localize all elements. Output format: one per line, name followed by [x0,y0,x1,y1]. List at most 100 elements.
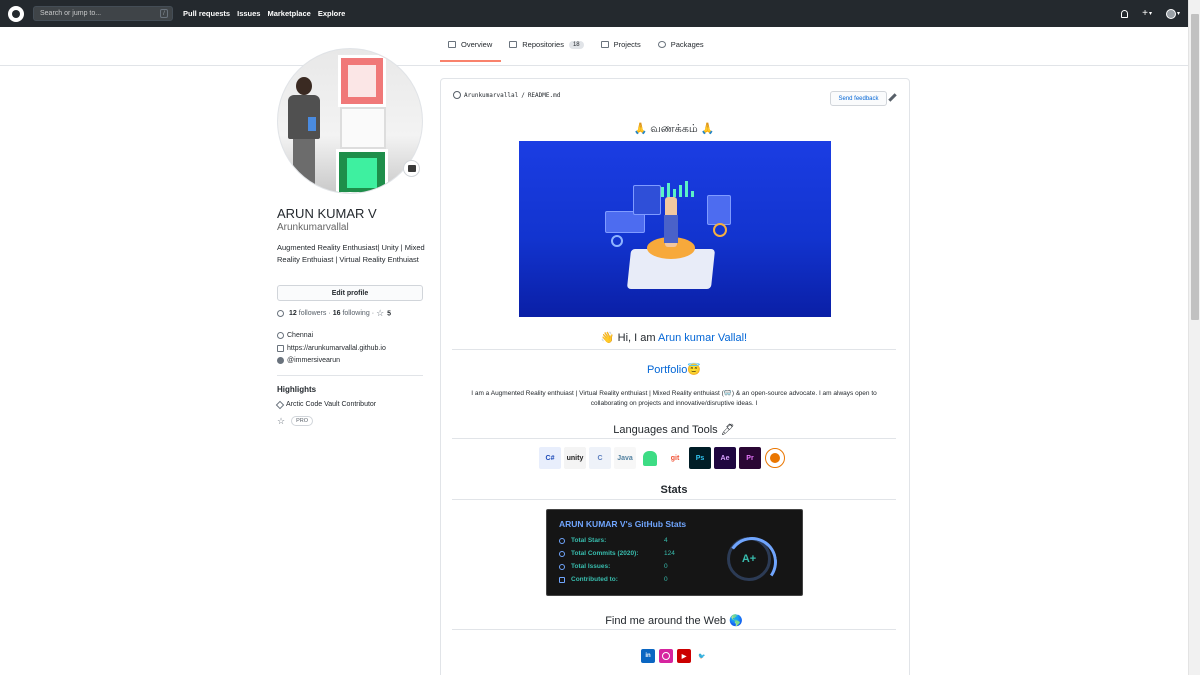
unity-icon[interactable]: unity [564,447,586,469]
highlight-pro-row: ☆ PRO [277,416,313,426]
arctic-vault-link[interactable]: Arctic Code Vault Contributor [286,401,376,408]
intro-prefix: 👋 Hi, I am [600,332,659,344]
stars-count: 5 [387,310,392,318]
follow-stats: 12 followers · 16 following · ☆ 5 [277,308,392,318]
nav-pull-requests[interactable]: Pull requests [183,9,230,18]
twitter-icon[interactable]: 🐦 [695,649,709,663]
twitter-link[interactable]: @immersivearun [287,357,340,364]
avatar-green-box [336,149,388,193]
following-link[interactable]: 16 following [333,310,370,317]
nav-marketplace[interactable]: Marketplace [267,9,310,18]
avatar-red-box [338,55,386,107]
twitter-row: @immersivearun [277,357,340,364]
profile-tabs-bar: Overview Repositories 18 Projects Packag… [0,27,1188,66]
linkedin-icon[interactable]: in [641,649,655,663]
separator-dot: · [328,310,331,318]
github-logo-icon[interactable] [8,5,24,22]
portfolio-link[interactable]: Portfolio😇 [452,363,896,376]
stats-title: Stats [660,484,688,496]
heading-rule [452,438,896,439]
send-feedback-button[interactable]: Send feedback [830,91,887,106]
premiere-pro-icon[interactable]: Pr [739,447,761,469]
status-emoji-button[interactable] [403,160,420,177]
repositories-count-badge: 18 [568,40,584,49]
bell-icon[interactable] [1121,9,1129,18]
github-stats-card[interactable]: ARUN KUMAR V's GitHub Stats Total Stars:… [546,509,803,596]
avatar-person-head [296,77,312,95]
youtube-icon[interactable]: ▶ [677,649,691,663]
tab-repositories[interactable]: Repositories 18 [501,40,592,62]
profile-login: Arunkumarvallal [277,222,349,233]
sidebar-divider [277,375,423,376]
c-icon[interactable]: C [589,447,611,469]
java-icon[interactable]: Java [614,447,636,469]
stats-card-title: ARUN KUMAR V's GitHub Stats [559,519,687,529]
page-scrollbar[interactable] [1188,0,1200,675]
avatar-white-box [340,107,386,149]
scrollbar-thumb[interactable] [1191,14,1199,320]
stat-label: Total Stars: [571,537,607,544]
avatar-person [286,77,320,187]
user-menu[interactable]: ▾ [1165,8,1180,19]
project-icon [600,41,609,48]
instagram-icon[interactable] [659,649,673,663]
photoshop-icon[interactable]: Ps [689,447,711,469]
git-icon[interactable]: git [664,447,686,469]
stat-row-contributed: Contributed to: [559,576,618,583]
readme-greeting: 🙏 வணக்கம் 🙏 [633,123,715,135]
separator-dot: · [371,310,375,318]
vr-headset-icon [407,165,416,172]
edit-profile-button[interactable]: Edit profile [277,285,423,301]
followers-link[interactable]: 12 followers [289,310,326,317]
create-menu[interactable]: + ▾ [1142,8,1152,19]
tab-repositories-label: Repositories [522,40,564,49]
readme-file-link[interactable]: README.md [528,92,561,99]
location-icon [277,332,284,339]
avatar-person-lanyard [308,117,316,131]
tab-projects[interactable]: Projects [593,40,650,62]
tab-overview[interactable]: Overview [440,40,502,62]
blender-icon[interactable] [764,447,786,469]
stat-label: Contributed to: [571,576,618,583]
ar-hero-illustration [519,141,831,317]
hero-ring-left [611,235,623,247]
csharp-icon[interactable]: C# [539,447,561,469]
after-effects-icon[interactable]: Ae [714,447,736,469]
top-nav: Pull requests Issues Marketplace Explore [183,9,345,18]
readme-intro-heading: 👋 Hi, I am Arun kumar Vallal! [452,331,896,344]
nav-issues[interactable]: Issues [237,9,260,18]
stars-link[interactable]: ☆ 5 [376,308,392,318]
hero-bar-graph [661,181,707,197]
people-icon [277,310,284,318]
stat-row-issues: Total Issues: [559,563,610,570]
nav-explore[interactable]: Explore [318,9,346,18]
profile-avatar[interactable] [277,48,423,194]
heading-rule [452,499,896,500]
search-placeholder: Search or jump to... [40,10,102,17]
caret-down-icon: ▾ [1176,11,1180,17]
top-header: Search or jump to... / Pull requests Iss… [0,0,1188,27]
languages-title: Languages and Tools 🖊 [613,424,735,436]
followers-label: followers [298,310,327,318]
search-input[interactable]: Search or jump to... / [33,6,173,21]
caret-down-icon: ▾ [1148,11,1152,17]
readme-repo-link[interactable]: Arunkumarvallal [464,92,518,99]
search-shortcut-key: / [160,9,168,18]
heading-rule [452,349,896,350]
intro-name-link[interactable]: Arun kumar Vallal! [658,332,747,344]
pencil-icon[interactable] [888,93,897,102]
clock-icon [559,550,565,557]
tab-packages-label: Packages [670,40,704,49]
hero-panel-right [707,195,731,225]
tab-packages[interactable]: Packages [650,40,713,62]
highlights-title: Highlights [277,385,317,394]
android-icon[interactable] [639,447,661,469]
website-link[interactable]: https://arunkumarvallal.github.io [287,345,386,352]
stat-label: Total Issues: [571,563,611,570]
star-icon [559,537,565,544]
snowflake-icon [275,400,285,409]
link-icon [277,345,284,352]
heading-rule [452,629,896,630]
book-icon [448,41,456,48]
star-icon: ☆ [376,308,385,318]
